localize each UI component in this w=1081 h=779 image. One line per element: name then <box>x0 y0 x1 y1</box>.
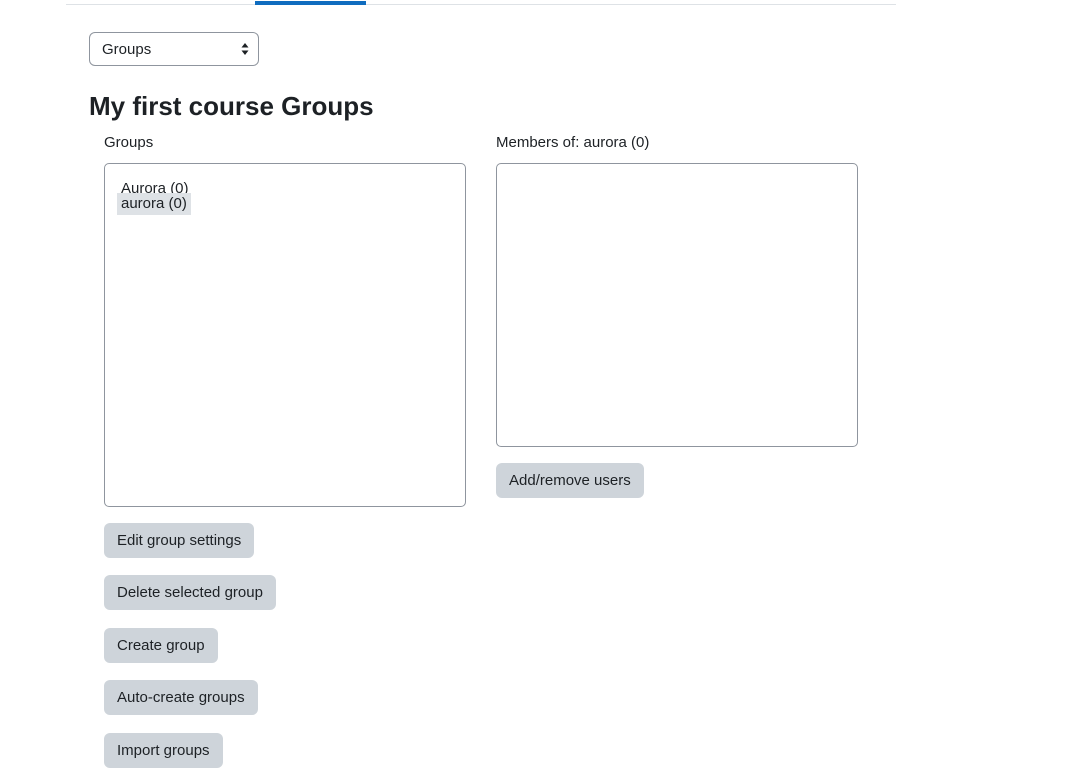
add-remove-users-button[interactable]: Add/remove users <box>496 463 644 498</box>
import-groups-button[interactable]: Import groups <box>104 733 223 768</box>
view-select[interactable]: Groups <box>89 32 259 66</box>
create-group-button[interactable]: Create group <box>104 628 218 663</box>
groups-listbox[interactable]: Aurora (0) aurora (0) <box>104 163 466 507</box>
delete-selected-group-button[interactable]: Delete selected group <box>104 575 276 610</box>
auto-create-groups-button[interactable]: Auto-create groups <box>104 680 258 715</box>
view-select-value: Groups <box>102 41 152 58</box>
page: Groups My first course Groups Groups Mem… <box>0 0 1081 779</box>
edit-group-settings-button[interactable]: Edit group settings <box>104 523 255 558</box>
group-option-aurora-lower[interactable]: aurora (0) <box>117 193 191 215</box>
active-tab-indicator[interactable] <box>255 1 366 5</box>
members-label: Members of: aurora (0) <box>496 134 650 151</box>
members-listbox[interactable] <box>496 163 858 447</box>
page-title: My first course Groups <box>89 91 374 121</box>
select-arrows-icon <box>241 43 249 55</box>
groups-label: Groups <box>104 134 154 151</box>
tabs-divider <box>66 4 896 5</box>
